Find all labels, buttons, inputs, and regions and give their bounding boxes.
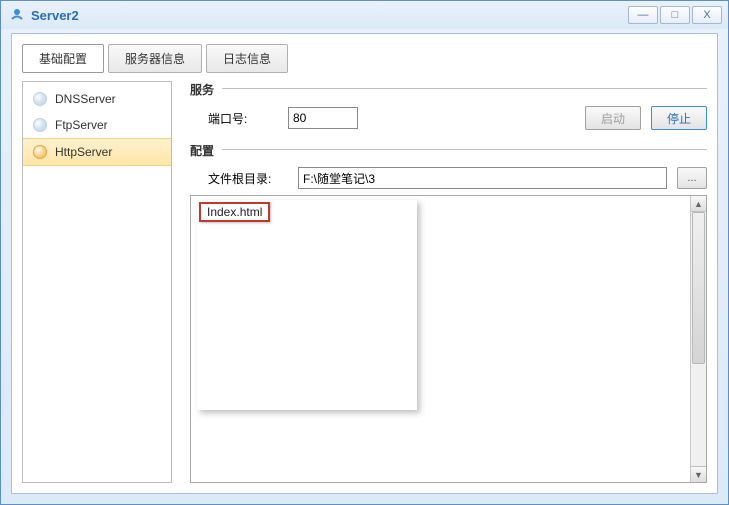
config-title: 配置 [190, 142, 214, 159]
sidebar-item-label: DNSServer [55, 92, 116, 106]
file-item-index[interactable]: Index.html [199, 202, 270, 222]
sidebar-item-label: FtpServer [55, 118, 108, 132]
minimize-button[interactable]: — [628, 6, 658, 24]
scrollbar[interactable]: ▲ ▼ [690, 196, 706, 482]
sidebar-item-httpserver[interactable]: HttpServer [23, 138, 171, 166]
window-title: Server2 [31, 8, 79, 23]
stop-button[interactable]: 停止 [651, 106, 707, 130]
sidebar: DNSServer FtpServer HttpServer [22, 81, 172, 483]
port-label: 端口号: [208, 110, 278, 127]
port-input[interactable] [288, 107, 358, 129]
service-title: 服务 [190, 81, 214, 98]
app-window: Server2 — □ X 基础配置 服务器信息 日志信息 DNSServer … [0, 0, 729, 505]
sidebar-item-label: HttpServer [55, 145, 112, 159]
browse-button[interactable]: ... [677, 167, 707, 189]
content-frame: 基础配置 服务器信息 日志信息 DNSServer FtpServer Http… [11, 33, 718, 494]
divider [222, 149, 707, 150]
right-pane: 服务 端口号: 启动 停止 配置 [190, 81, 707, 483]
tab-basic[interactable]: 基础配置 [22, 44, 104, 73]
close-button[interactable]: X [692, 6, 722, 24]
tab-log-info[interactable]: 日志信息 [206, 44, 288, 73]
shadow-decoration [197, 200, 417, 410]
file-list-container: Index.html ▲ ▼ [190, 195, 707, 483]
tab-server-info[interactable]: 服务器信息 [108, 44, 202, 73]
file-list[interactable]: Index.html [191, 196, 690, 482]
main-area: DNSServer FtpServer HttpServer 服务 [22, 81, 707, 483]
status-dot-icon [33, 92, 47, 106]
service-group: 服务 端口号: 启动 停止 [190, 81, 707, 130]
config-group: 配置 文件根目录: ... Index.html [190, 142, 707, 483]
root-dir-label: 文件根目录: [208, 170, 288, 187]
scroll-down-button[interactable]: ▼ [691, 466, 706, 482]
status-dot-icon [33, 118, 47, 132]
scroll-up-button[interactable]: ▲ [691, 196, 706, 212]
tabs: 基础配置 服务器信息 日志信息 [22, 44, 707, 73]
root-dir-input[interactable] [298, 167, 667, 189]
sidebar-item-dnsserver[interactable]: DNSServer [23, 86, 171, 112]
scroll-track[interactable] [691, 212, 706, 466]
sidebar-item-ftpserver[interactable]: FtpServer [23, 112, 171, 138]
divider [222, 88, 707, 89]
maximize-button[interactable]: □ [660, 6, 690, 24]
titlebar: Server2 — □ X [1, 1, 728, 29]
scroll-thumb[interactable] [692, 212, 705, 364]
status-dot-icon [33, 145, 47, 159]
app-icon [9, 7, 25, 23]
start-button[interactable]: 启动 [585, 106, 641, 130]
